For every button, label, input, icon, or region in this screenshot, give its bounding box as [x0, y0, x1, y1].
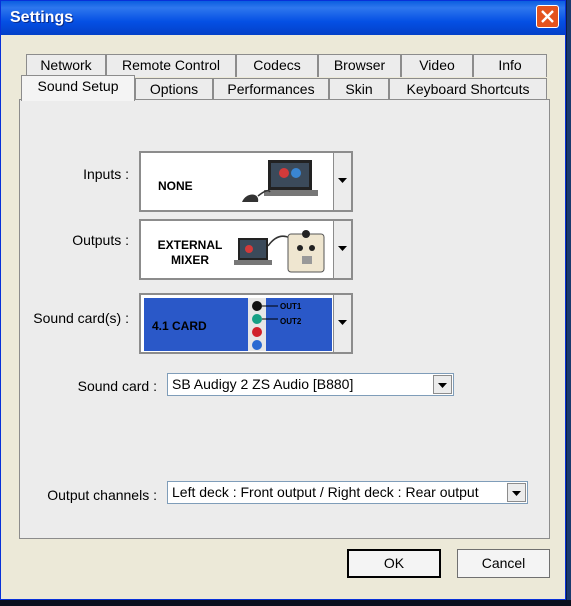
tab-label: Browser: [333, 57, 386, 73]
inputs-value: NONE: [158, 179, 193, 193]
tab-performances[interactable]: Performances: [213, 78, 329, 101]
tab-codecs[interactable]: Codecs: [236, 54, 318, 77]
background-strip-bottom: [0, 600, 571, 606]
outputs-dropdown-button[interactable]: [333, 221, 351, 278]
cancel-button[interactable]: Cancel: [457, 549, 550, 578]
tab-options[interactable]: Options: [135, 78, 213, 101]
tab-browser[interactable]: Browser: [318, 54, 401, 77]
window-title: Settings: [10, 9, 74, 26]
output-channels-select[interactable]: Left deck : Front output / Right deck : …: [167, 481, 528, 504]
tab-label: Network: [40, 57, 92, 73]
outputs-label: Outputs :: [72, 232, 129, 248]
tab-label: Sound Setup: [37, 78, 119, 94]
tab-network[interactable]: Network: [26, 54, 106, 77]
soundcards-label: Sound card(s) :: [33, 310, 129, 326]
tab-remote-control[interactable]: Remote Control: [106, 54, 236, 77]
soundcards-dropdown-button[interactable]: [333, 295, 351, 352]
tab-sound-setup[interactable]: Sound Setup: [21, 75, 135, 101]
soundcards-selector[interactable]: 4.1 CARD OUT1 OUT2: [139, 293, 353, 354]
soundcard-dropdown-button[interactable]: [433, 375, 452, 394]
inputs-dropdown-button[interactable]: [333, 153, 351, 210]
tab-label: Remote Control: [121, 57, 221, 73]
soundcard-select[interactable]: SB Audigy 2 ZS Audio [B880]: [167, 373, 454, 396]
close-icon: [541, 10, 554, 23]
tab-label: Performances: [227, 81, 315, 97]
output-channels-value: Left deck : Front output / Right deck : …: [172, 484, 479, 500]
tab-label: Keyboard Shortcuts: [406, 81, 530, 97]
tab-label: Info: [498, 57, 522, 73]
outputs-image: EXTERNAL MIXER: [144, 224, 332, 277]
close-button[interactable]: [536, 5, 559, 28]
soundcards-value: 4.1 CARD: [152, 319, 207, 333]
dropdown-arrow-icon: [512, 491, 521, 496]
output-channels-label: Output channels :: [47, 487, 157, 503]
background-strip: [567, 0, 571, 606]
tab-label: Skin: [345, 81, 373, 97]
tab-video[interactable]: Video: [401, 54, 473, 77]
dropdown-arrow-icon: [338, 320, 347, 325]
tab-label: Video: [419, 57, 455, 73]
laptop-mouse-icon: [242, 160, 318, 202]
out2-label: OUT2: [280, 317, 302, 326]
sound-card-ports-icon: [248, 298, 278, 351]
outputs-value-line1: EXTERNAL: [157, 238, 223, 252]
inputs-selector[interactable]: NONE: [139, 151, 353, 212]
dropdown-arrow-icon: [338, 246, 347, 251]
outputs-selector[interactable]: EXTERNAL MIXER: [139, 219, 353, 280]
inputs-label: Inputs :: [83, 166, 129, 182]
soundcards-image: 4.1 CARD OUT1 OUT2: [144, 298, 332, 351]
dropdown-arrow-icon: [438, 383, 447, 388]
tab-info[interactable]: Info: [473, 54, 547, 77]
laptop-mixer-icon: [234, 230, 325, 273]
ok-button[interactable]: OK: [347, 549, 441, 578]
tab-label: Codecs: [253, 57, 301, 73]
inputs-image: NONE: [144, 156, 332, 209]
settings-dialog: Settings Network Remote Control Codecs B…: [0, 0, 566, 600]
dropdown-arrow-icon: [338, 178, 347, 183]
soundcard-value: SB Audigy 2 ZS Audio [B880]: [172, 376, 354, 392]
out1-label: OUT1: [280, 302, 302, 311]
title-bar[interactable]: Settings: [1, 1, 565, 35]
soundcard-label: Sound card :: [77, 378, 157, 394]
tab-skin[interactable]: Skin: [329, 78, 389, 101]
tab-label: Options: [149, 81, 199, 97]
tab-keyboard-shortcuts[interactable]: Keyboard Shortcuts: [389, 78, 547, 101]
outputs-value-line2: MIXER: [170, 253, 209, 267]
output-channels-dropdown-button[interactable]: [507, 483, 526, 502]
